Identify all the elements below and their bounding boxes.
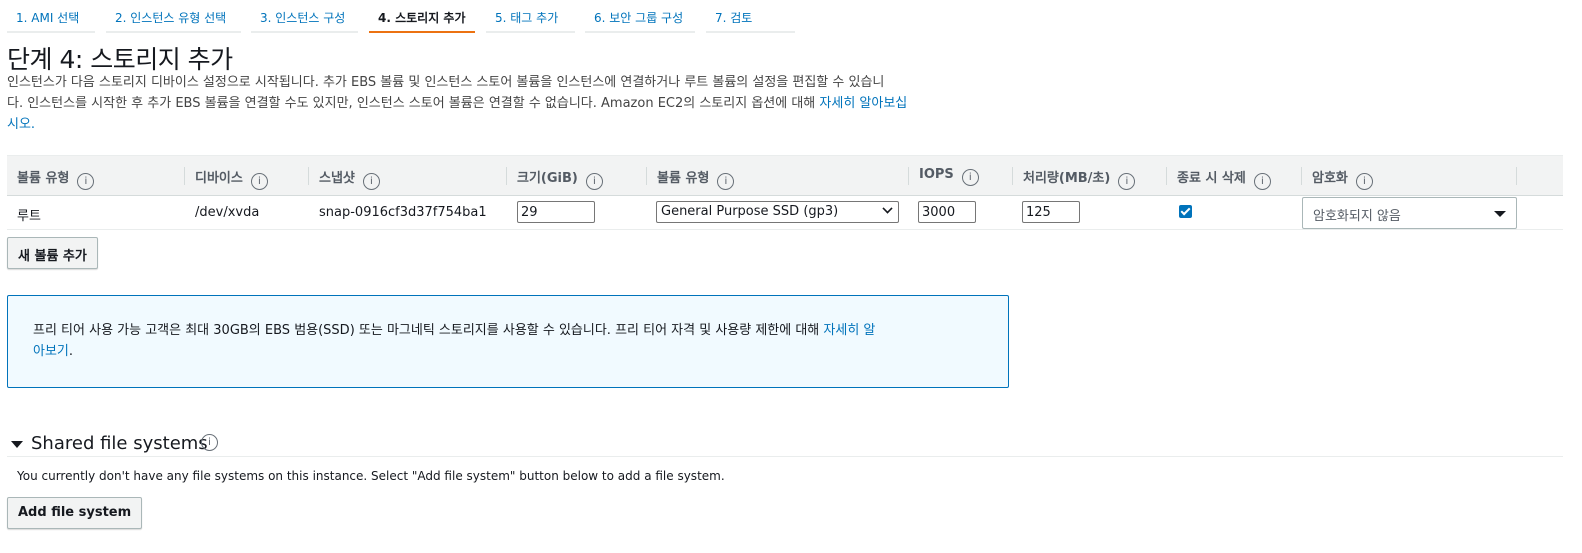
col-ebs-volume-type: 볼륨 유형 i xyxy=(657,156,735,196)
delete-on-termination-checkbox[interactable] xyxy=(1179,205,1192,218)
info-icon[interactable]: i xyxy=(362,173,380,190)
cell-snapshot: snap-0916cf3d37f754ba1 xyxy=(319,205,487,220)
column-divider xyxy=(506,167,507,185)
learn-more-link-tail[interactable]: 시오. xyxy=(7,117,35,132)
tab-review[interactable]: 7. 검토 xyxy=(706,0,795,33)
section-divider xyxy=(7,456,1563,457)
col-snapshot: 스냅샷 i xyxy=(319,156,380,196)
table-row: 루트 /dev/xvda snap-0916cf3d37f754ba1 Gene… xyxy=(7,196,1563,230)
info-icon[interactable]: i xyxy=(717,173,735,190)
tab-add-tags[interactable]: 5. 태그 추가 xyxy=(486,0,575,33)
tab-configure-instance[interactable]: 3. 인스턴스 구성 xyxy=(251,0,358,33)
shared-file-systems-title: Shared file systems xyxy=(31,433,208,454)
info-icon[interactable]: i xyxy=(250,173,268,190)
col-delete-on-termination: 종료 시 삭제 i xyxy=(1177,156,1271,196)
column-divider xyxy=(646,167,647,185)
column-divider xyxy=(308,167,309,185)
column-divider xyxy=(1166,167,1167,185)
page-title: 단계 4: 스토리지 추가 xyxy=(7,45,233,74)
description-text-1: 인스턴스가 다음 스토리지 디바이스 설정으로 시작됩니다. 추가 EBS 볼륨… xyxy=(7,75,885,90)
tab-ami[interactable]: 1. AMI 선택 xyxy=(7,0,95,33)
column-divider xyxy=(1012,167,1013,185)
free-tier-learn-more-link[interactable]: 자세히 알 xyxy=(823,323,875,338)
shared-file-systems-header[interactable]: Shared file systems i xyxy=(7,433,1563,457)
encryption-value: 암호화되지 않음 xyxy=(1313,209,1401,224)
collapse-triangle-icon[interactable] xyxy=(11,441,23,448)
tab-security-group[interactable]: 6. 보안 그룹 구성 xyxy=(585,0,695,33)
column-divider xyxy=(184,167,185,185)
ebs-volume-type-select[interactable]: General Purpose SSD (gp3) xyxy=(656,201,899,223)
tab-instance-type[interactable]: 2. 인스턴스 유형 선택 xyxy=(106,0,241,33)
iops-input[interactable] xyxy=(918,201,976,223)
add-volume-button[interactable]: 새 볼륨 추가 xyxy=(7,237,98,269)
page-description: 인스턴스가 다음 스토리지 디바이스 설정으로 시작됩니다. 추가 EBS 볼륨… xyxy=(7,72,1019,135)
col-encryption: 암호화 i xyxy=(1312,156,1373,196)
info-icon[interactable]: i xyxy=(77,173,95,190)
encryption-select[interactable]: 암호화되지 않음 xyxy=(1302,197,1517,229)
column-divider xyxy=(908,167,909,185)
shared-file-systems-description: You currently don't have any file system… xyxy=(17,469,725,483)
table-header: 볼륨 유형 i 디바이스 i 스냅샷 i 크기(GiB) i 볼륨 유형 i IOPS i … xyxy=(7,155,1563,196)
add-file-system-button[interactable]: Add file system xyxy=(7,497,143,529)
wizard-tabs: 1. AMI 선택 2. 인스턴스 유형 선택 3. 인스턴스 구성 4. 스토… xyxy=(0,0,820,34)
free-tier-info-box: 프리 티어 사용 가능 고객은 최대 30GB의 EBS 범용(SSD) 또는 … xyxy=(7,295,1009,388)
free-tier-text: 프리 티어 사용 가능 고객은 최대 30GB의 EBS 범용(SSD) 또는 … xyxy=(33,320,993,362)
info-icon[interactable]: i xyxy=(1355,173,1373,190)
ebs-volume-type-value: General Purpose SSD (gp3) xyxy=(661,204,839,219)
info-icon[interactable]: i xyxy=(585,173,603,190)
info-icon[interactable]: i xyxy=(1118,173,1136,190)
col-device: 디바이스 i xyxy=(195,156,268,196)
chevron-down-icon xyxy=(882,203,893,214)
info-icon[interactable]: i xyxy=(1253,173,1271,190)
info-icon[interactable]: i xyxy=(201,434,218,451)
info-text: 프리 티어 사용 가능 고객은 최대 30GB의 EBS 범용(SSD) 또는 … xyxy=(33,323,824,338)
info-text-tail: . xyxy=(68,344,74,359)
column-divider xyxy=(1516,167,1517,185)
caret-down-icon xyxy=(1494,211,1506,217)
col-throughput: 처리량(MB/초) i xyxy=(1023,156,1136,196)
cell-volume-type: 루트 xyxy=(17,209,41,224)
col-iops: IOPS i xyxy=(919,156,979,196)
col-size: 크기(GiB) i xyxy=(517,156,603,196)
col-volume-type: 볼륨 유형 i xyxy=(17,156,95,196)
description-text-2: 다. 인스턴스를 시작한 후 추가 EBS 볼륨을 연결할 수도 있지만, 인스… xyxy=(7,96,820,111)
cell-device: /dev/xvda xyxy=(195,205,260,220)
free-tier-learn-more-link-tail[interactable]: 아보기 xyxy=(33,344,69,359)
column-divider xyxy=(1301,167,1302,185)
info-icon[interactable]: i xyxy=(961,169,979,186)
learn-more-link[interactable]: 자세히 알아보십 xyxy=(819,96,907,111)
throughput-input[interactable] xyxy=(1022,201,1080,223)
size-input[interactable] xyxy=(517,201,595,223)
tab-add-storage[interactable]: 4. 스토리지 추가 xyxy=(369,0,475,33)
